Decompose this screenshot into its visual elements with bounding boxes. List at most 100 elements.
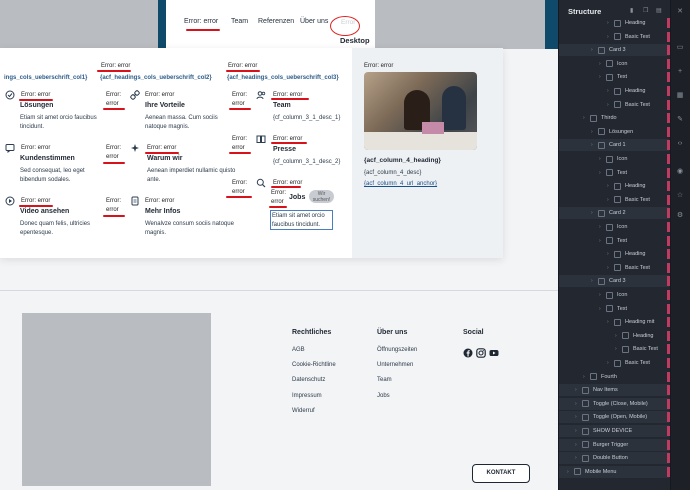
- col2-item1-title[interactable]: Ihre Vorteile: [145, 102, 185, 109]
- tree-item[interactable]: › Text: [599, 235, 627, 247]
- tree-item[interactable]: › Mobile Menu: [567, 466, 617, 478]
- tree-item[interactable]: › Basic Text: [607, 194, 650, 206]
- tree-expand-icon[interactable]: ›: [599, 306, 606, 312]
- code-icon[interactable]: ‹›: [676, 140, 684, 148]
- tree-item[interactable]: › SHOW DEVICE: [575, 425, 632, 437]
- kontakt-button[interactable]: KONTAKT: [472, 464, 530, 483]
- tree-expand-icon[interactable]: ›: [599, 74, 606, 80]
- tree-expand-icon[interactable]: ›: [607, 183, 614, 189]
- facebook-icon[interactable]: [463, 345, 473, 358]
- tree-item[interactable]: › Card 3: [591, 44, 626, 56]
- tree-item[interactable]: › Nav Items: [575, 384, 618, 396]
- tree-item[interactable]: › Heading: [607, 17, 646, 29]
- col4-link[interactable]: {acf_column_4_url_anchor}: [364, 181, 437, 187]
- tree-expand-icon[interactable]: ›: [599, 61, 606, 67]
- nav-item-team[interactable]: Team: [231, 18, 248, 25]
- plus-icon[interactable]: +: [676, 68, 684, 76]
- tree-expand-icon[interactable]: ›: [575, 401, 582, 407]
- footer-link-cookie[interactable]: Cookie-Richtline: [292, 362, 336, 368]
- tree-expand-icon[interactable]: ›: [607, 265, 614, 271]
- tree-item[interactable]: › Basic Text: [615, 343, 658, 355]
- tree-item[interactable]: › Heading mit: [607, 316, 654, 328]
- copy-icon[interactable]: ❐: [643, 7, 648, 14]
- col2-item3-title[interactable]: Mehr Infos: [145, 208, 180, 215]
- tree-expand-icon[interactable]: ›: [599, 238, 606, 244]
- tree-item[interactable]: › Thirdo: [583, 112, 617, 124]
- star-icon[interactable]: ☆: [676, 192, 684, 200]
- settings-icon[interactable]: ⚙: [676, 212, 684, 220]
- col3-item3-desc[interactable]: Etiam sit amet orcio faucibus tincidunt.: [270, 210, 333, 230]
- footer-link-unternehmen[interactable]: Unternehmen: [377, 362, 413, 368]
- tree-expand-icon[interactable]: ›: [599, 170, 606, 176]
- footer-link-agb[interactable]: AGB: [292, 347, 305, 353]
- tree-expand-icon[interactable]: ›: [615, 333, 622, 339]
- close-icon[interactable]: ✕: [676, 8, 684, 16]
- grid-icon[interactable]: ▦: [676, 92, 684, 100]
- tree-expand-icon[interactable]: ›: [583, 374, 590, 380]
- tree-item[interactable]: › Text: [599, 71, 627, 83]
- tree-item[interactable]: › Icon: [599, 58, 627, 70]
- brush-icon[interactable]: ✎: [676, 116, 684, 124]
- tree-expand-icon[interactable]: ›: [575, 414, 582, 420]
- tree-item[interactable]: › Basic Text: [607, 262, 650, 274]
- tree-item[interactable]: › Text: [599, 303, 627, 315]
- tree-expand-icon[interactable]: ›: [607, 360, 614, 366]
- tree-item[interactable]: › Heading: [607, 180, 646, 192]
- tree-item[interactable]: › Double Button: [575, 452, 628, 464]
- footer-link-datenschutz[interactable]: Datenschutz: [292, 377, 325, 383]
- tree-expand-icon[interactable]: ›: [599, 292, 606, 298]
- tree-expand-icon[interactable]: ›: [591, 47, 598, 53]
- tree-item[interactable]: › Basic Text: [607, 99, 650, 111]
- col3-item3-title[interactable]: Jobs: [289, 194, 305, 201]
- tree-item[interactable]: › Card 2: [591, 207, 626, 219]
- tree-item[interactable]: › Card 1: [591, 139, 626, 151]
- col3-item1-title[interactable]: Team: [273, 102, 291, 109]
- tree-expand-icon[interactable]: ›: [583, 115, 590, 121]
- col3-item2-title[interactable]: Presse: [273, 146, 296, 153]
- tree-expand-icon[interactable]: ›: [607, 20, 614, 26]
- instagram-icon[interactable]: [476, 345, 486, 358]
- nav-item-ueber-uns[interactable]: Über uns: [300, 18, 328, 25]
- tree-item[interactable]: › Burger Trigger: [575, 439, 628, 451]
- nav-item-referenzen[interactable]: Referenzen: [258, 18, 294, 25]
- footer-link-jobs[interactable]: Jobs: [377, 393, 390, 399]
- tree-expand-icon[interactable]: ›: [575, 428, 582, 434]
- tree-item[interactable]: › Basic Text: [607, 357, 650, 369]
- youtube-icon[interactable]: [489, 345, 499, 356]
- tree-item[interactable]: › Icon: [599, 153, 627, 165]
- tree-expand-icon[interactable]: ›: [575, 442, 582, 448]
- tree-expand-icon[interactable]: ›: [591, 142, 598, 148]
- footer-link-team[interactable]: Team: [377, 377, 392, 383]
- footer-link-impressum[interactable]: Impressum: [292, 393, 322, 399]
- tree-expand-icon[interactable]: ›: [615, 346, 622, 352]
- tree-item[interactable]: › Icon: [599, 221, 627, 233]
- tree-expand-icon[interactable]: ›: [575, 455, 582, 461]
- tree-expand-icon[interactable]: ›: [591, 129, 598, 135]
- tree-expand-icon[interactable]: ›: [591, 210, 598, 216]
- col1-item3-title[interactable]: Video ansehen: [20, 208, 69, 215]
- tree-expand-icon[interactable]: ›: [575, 387, 582, 393]
- tree-item[interactable]: › Card 3: [591, 275, 626, 287]
- tree-item[interactable]: › Text: [599, 167, 627, 179]
- layers-icon[interactable]: ▭: [676, 44, 684, 52]
- tree-item[interactable]: › Lösungen: [591, 126, 633, 138]
- collapse-icon[interactable]: ▤: [656, 7, 662, 14]
- footer-link-oeffnungszeiten[interactable]: Öffnungszeiten: [377, 347, 417, 353]
- tree-item[interactable]: › Toggle (Close, Mobile): [575, 398, 648, 410]
- tree-item[interactable]: › Heading: [615, 330, 654, 342]
- eye-icon[interactable]: ◉: [676, 168, 684, 176]
- tree-item[interactable]: › Icon: [599, 289, 627, 301]
- tree-expand-icon[interactable]: ›: [599, 156, 606, 162]
- nav-item-error[interactable]: Error: error: [184, 18, 218, 25]
- tree-expand-icon[interactable]: ›: [607, 88, 614, 94]
- tree-expand-icon[interactable]: ›: [607, 197, 614, 203]
- footer-link-widerruf[interactable]: Widerruf: [292, 408, 315, 414]
- tree-expand-icon[interactable]: ›: [591, 278, 598, 284]
- tree-expand-icon[interactable]: ›: [607, 251, 614, 257]
- col2-item2-title[interactable]: Warum wir: [147, 155, 183, 162]
- col1-item2-title[interactable]: Kundenstimmen: [20, 155, 75, 162]
- tree-item[interactable]: › Heading: [607, 85, 646, 97]
- tree-expand-icon[interactable]: ›: [599, 224, 606, 230]
- tree-item[interactable]: › Heading: [607, 248, 646, 260]
- tree-expand-icon[interactable]: ›: [567, 469, 574, 475]
